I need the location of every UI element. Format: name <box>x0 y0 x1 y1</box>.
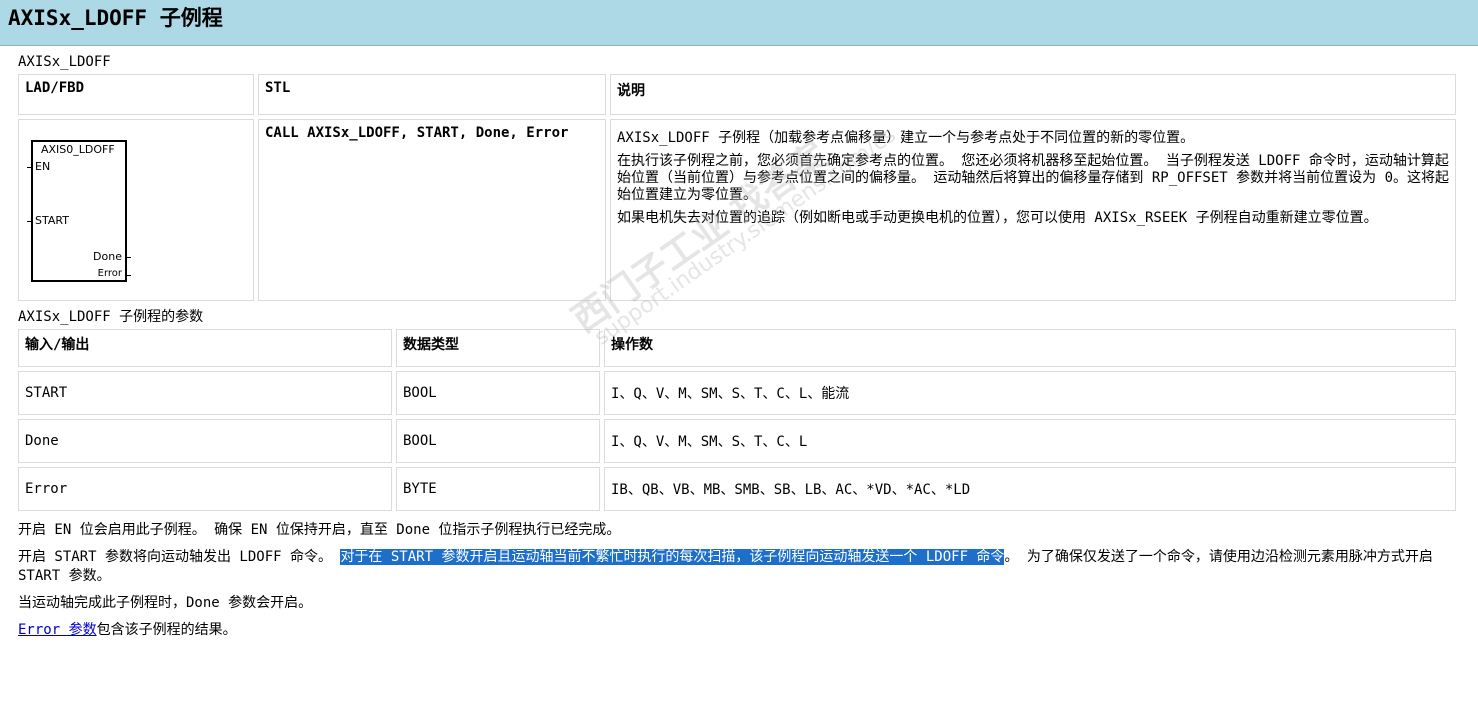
note-done: 当运动轴完成此子例程时，Done 参数会开启。 <box>18 595 313 611</box>
param-type: BOOL <box>396 371 600 415</box>
note-error-text: 包含该子例程的结果。 <box>96 622 237 638</box>
notes: 开启 EN 位会启用此子例程。 确保 EN 位保持开启，直至 Done 位指示子… <box>18 521 1460 640</box>
note-start: 开启 START 参数将向运动轴发出 LDOFF 命令。 对于在 START 参… <box>18 548 1460 586</box>
table-row: Error BYTE IB、QB、VB、MB、SMB、SB、LB、AC、*VD、… <box>18 467 1456 511</box>
lad-block-name: AXIS0_LDOFF <box>41 143 115 156</box>
lad-cell: AXIS0_LDOFF EN START Done Error <box>18 119 254 301</box>
parameter-table: 输入/输出 数据类型 操作数 START BOOL I、Q、V、M、SM、S、T… <box>14 325 1460 515</box>
note-error: Error 参数包含该子例程的结果。 <box>18 621 1460 640</box>
pin-start-label: START <box>35 214 69 227</box>
header-lad: LAD/FBD <box>18 74 254 115</box>
pin-error-label: Error <box>97 268 122 279</box>
header-operand: 操作数 <box>604 329 1456 367</box>
description-p2: 在执行该子例程之前，您必须首先确定参考点的位置。 您还必须将机器移至起始位置。 … <box>617 153 1449 203</box>
param-type: BYTE <box>396 467 600 511</box>
page-title: AXISx_LDOFF 子例程 <box>0 0 1478 46</box>
pin-en-label: EN <box>35 160 51 173</box>
header-io: 输入/输出 <box>18 329 392 367</box>
description-p3: 如果电机失去对位置的追踪（例如断电或手动更换电机的位置），您可以使用 AXISx… <box>617 210 1378 226</box>
instruction-table: LAD/FBD STL 说明 AXIS0_LDOFF EN START Done… <box>14 70 1460 305</box>
pin-done-line <box>126 257 131 258</box>
param-operands: I、Q、V、M、SM、S、T、C、L、能流 <box>604 371 1456 415</box>
section1-label: AXISx_LDOFF <box>18 54 111 70</box>
pin-error-line <box>126 275 131 276</box>
param-operands: IB、QB、VB、MB、SMB、SB、LB、AC、*VD、*AC、*LD <box>604 467 1456 511</box>
note-en: 开启 EN 位会启用此子例程。 确保 EN 位保持开启，直至 Done 位指示子… <box>18 522 621 538</box>
table-row: START BOOL I、Q、V、M、SM、S、T、C、L、能流 <box>18 371 1456 415</box>
param-operands: I、Q、V、M、SM、S、T、C、L <box>604 419 1456 463</box>
header-stl: STL <box>258 74 606 115</box>
header-datatype: 数据类型 <box>396 329 600 367</box>
description-p1: AXISx_LDOFF 子例程（加载参考点偏移量）建立一个与参考点处于不同位置的… <box>617 130 1195 146</box>
note-start-before: 开启 START 参数将向运动轴发出 LDOFF 命令。 <box>18 549 341 565</box>
selected-text[interactable]: 对于在 START 参数开启且运动轴当前不繁忙时执行的每次扫描，该子例程向运动轴… <box>340 549 1005 565</box>
table-row: Done BOOL I、Q、V、M、SM、S、T、C、L <box>18 419 1456 463</box>
pin-en-line <box>27 167 32 168</box>
header-description: 说明 <box>610 74 1456 115</box>
description-cell: AXISx_LDOFF 子例程（加载参考点偏移量）建立一个与参考点处于不同位置的… <box>610 119 1456 301</box>
param-name: Error <box>18 467 392 511</box>
stl-code: CALL AXISx_LDOFF, START, Done, Error <box>258 119 606 301</box>
pin-done-label: Done <box>93 250 122 263</box>
lad-block: AXIS0_LDOFF EN START Done Error <box>27 140 131 282</box>
param-name: START <box>18 371 392 415</box>
pin-start-line <box>27 221 32 222</box>
section2-label: AXISx_LDOFF 子例程的参数 <box>18 309 204 325</box>
param-type: BOOL <box>396 419 600 463</box>
main-content: AXISx_LDOFF LAD/FBD STL 说明 AXIS0_LDOFF E… <box>0 46 1478 640</box>
param-name: Done <box>18 419 392 463</box>
error-parameter-link[interactable]: Error 参数 <box>18 622 97 638</box>
